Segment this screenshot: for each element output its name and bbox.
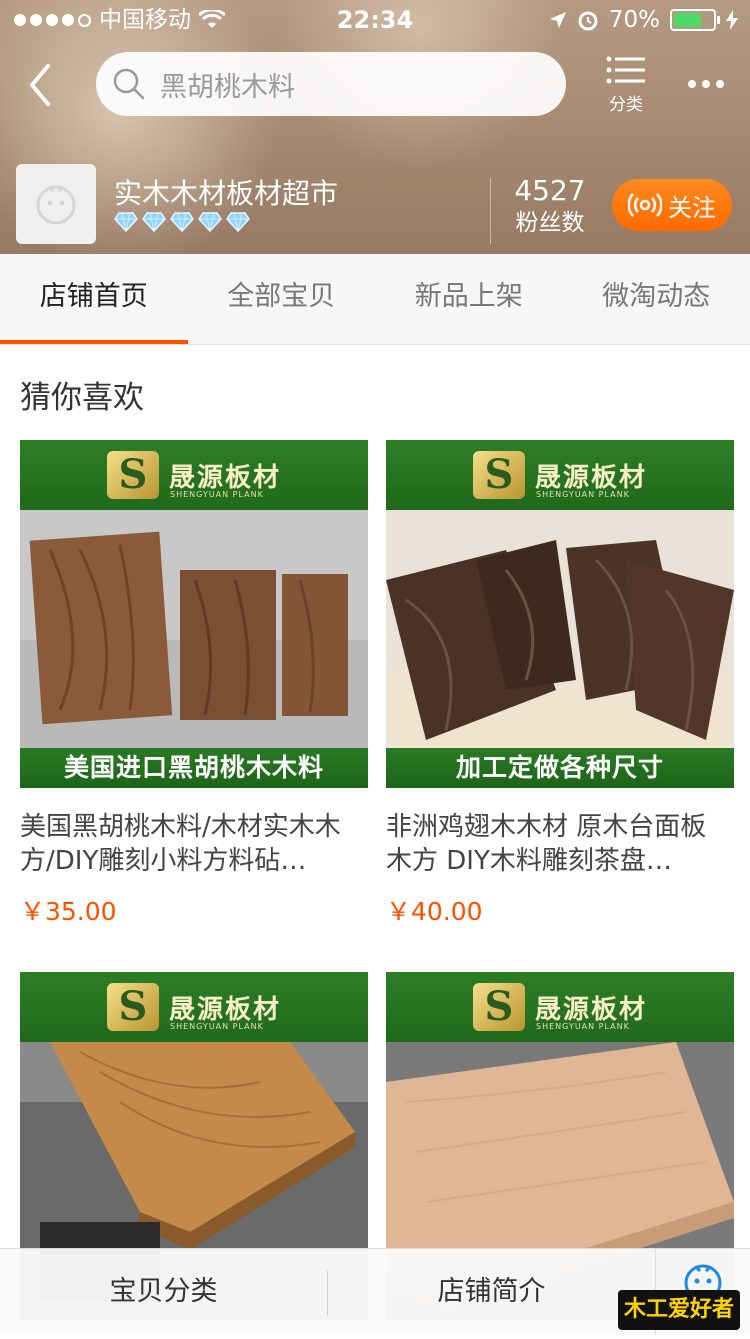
chevron-left-icon (22, 60, 62, 110)
fans-counter: 4527 粉丝数 (500, 174, 600, 238)
image-caption: 美国进口黑胡桃木木料 (20, 748, 368, 788)
location-icon (549, 11, 567, 29)
brand-name: 晟源板材 (535, 989, 647, 1026)
battery-percent: 70% (609, 0, 660, 40)
battery-icon (670, 9, 716, 31)
brand-subtitle: SHENGYUAN PLANK (536, 1022, 630, 1031)
search-icon (112, 67, 146, 101)
section-title: 猜你喜欢 (20, 372, 144, 417)
product-card[interactable]: S 晟源板材 SHENGYUAN PLANK 加工定做各种尺寸 非洲鸡翅木木材 … (386, 440, 734, 928)
tab-new-arrivals[interactable]: 新品上架 (375, 254, 563, 344)
brand-banner: S 晟源板材 SHENGYUAN PLANK (20, 972, 368, 1042)
tab-shop-home[interactable]: 店铺首页 (0, 254, 188, 344)
tab-all-items[interactable]: 全部宝贝 (188, 254, 376, 344)
shop-banner: 中国移动 22:34 70% (0, 0, 750, 254)
image-caption: 加工定做各种尺寸 (386, 748, 734, 788)
brand-logo-icon: S (473, 451, 525, 499)
category-button[interactable]: 分类 (598, 56, 654, 116)
more-dots-icon (680, 66, 732, 102)
follow-label: 关注 (668, 188, 716, 223)
product-price: ￥40.00 (386, 892, 734, 928)
tab-weitao-feed[interactable]: 微淘动态 (563, 254, 750, 344)
back-button[interactable] (22, 60, 62, 110)
shop-rating-diamonds (114, 212, 250, 232)
fans-label: 粉丝数 (500, 208, 600, 238)
product-price: ￥35.00 (20, 892, 368, 928)
follow-button[interactable]: 关注 (612, 179, 732, 231)
brand-logo-icon: S (107, 983, 159, 1031)
diamond-icon (198, 212, 222, 232)
diamond-icon (226, 212, 250, 232)
site-watermark: 木工爱好者 (618, 1290, 740, 1330)
product-card[interactable]: S 晟源板材 SHENGYUAN PLANK 美国进口黑胡桃木木料 美国黑胡桃木… (20, 440, 368, 928)
divider (490, 178, 491, 244)
fans-count: 4527 (500, 174, 600, 208)
item-categories-button[interactable]: 宝贝分类 (0, 1249, 327, 1335)
brand-banner: S 晟源板材 SHENGYUAN PLANK (386, 972, 734, 1042)
shop-tabs: 店铺首页 全部宝贝 新品上架 微淘动态 (0, 254, 750, 345)
alarm-icon (577, 9, 599, 31)
status-bar: 中国移动 22:34 70% (0, 0, 750, 40)
search-bar[interactable]: 黑胡桃木料 (96, 52, 566, 116)
shop-intro-button[interactable]: 店铺简介 (328, 1249, 655, 1335)
search-placeholder: 黑胡桃木料 (160, 65, 295, 104)
brand-logo-icon: S (473, 983, 525, 1031)
brand-logo-icon: S (107, 451, 159, 499)
diamond-icon (114, 212, 138, 232)
diamond-icon (142, 212, 166, 232)
placeholder-face-icon (34, 182, 78, 226)
shop-avatar[interactable] (16, 164, 96, 244)
more-button[interactable] (680, 66, 732, 102)
brand-subtitle: SHENGYUAN PLANK (170, 1022, 264, 1031)
brand-subtitle: SHENGYUAN PLANK (536, 490, 630, 499)
brand-subtitle: SHENGYUAN PLANK (170, 490, 264, 499)
product-image[interactable]: S 晟源板材 SHENGYUAN PLANK 加工定做各种尺寸 (386, 440, 734, 788)
status-right: 70% (549, 0, 738, 40)
list-menu-icon (606, 56, 646, 84)
brand-name: 晟源板材 (535, 457, 647, 494)
brand-banner: S 晟源板材 SHENGYUAN PLANK (386, 440, 734, 510)
brand-name: 晟源板材 (169, 457, 281, 494)
brand-name: 晟源板材 (169, 989, 281, 1026)
product-title[interactable]: 美国黑胡桃木料/木材实木木方/DIY雕刻小料方料砧… (20, 810, 368, 878)
product-title[interactable]: 非洲鸡翅木木材 原木台面板 木方 DIY木料雕刻茶盘… (386, 810, 734, 878)
charging-icon (726, 10, 738, 30)
category-label: 分类 (598, 90, 654, 115)
shop-name: 实木木材板材超市 (114, 172, 338, 212)
brand-banner: S 晟源板材 SHENGYUAN PLANK (20, 440, 368, 510)
diamond-icon (170, 212, 194, 232)
broadcast-icon (628, 192, 662, 218)
product-image[interactable]: S 晟源板材 SHENGYUAN PLANK 美国进口黑胡桃木木料 (20, 440, 368, 788)
